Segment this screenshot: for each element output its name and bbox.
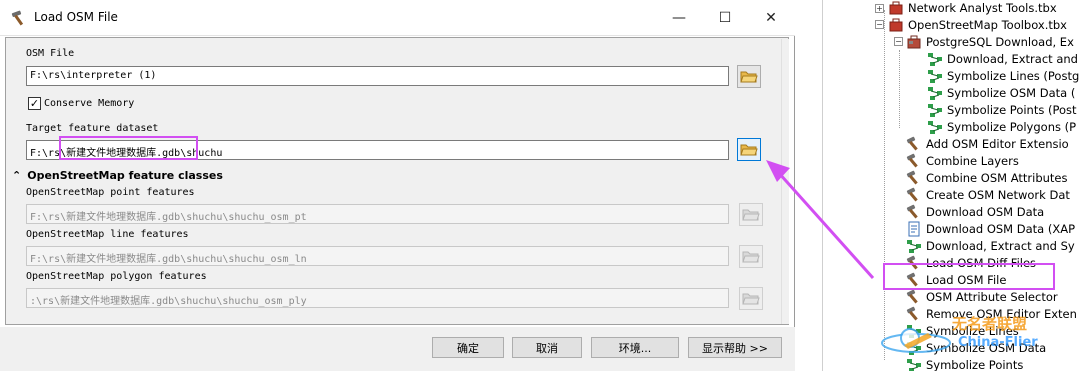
- watermark-en-text: China-Flier: [958, 335, 1038, 350]
- screenshot: Load OSM File — ☐ ✕ OSM File F:\rs\inter…: [0, 0, 1079, 371]
- watermark-cn-text: 无名者联盟: [952, 315, 1028, 333]
- watermark-logo: 无名者联盟 China-Flier: [868, 305, 1078, 371]
